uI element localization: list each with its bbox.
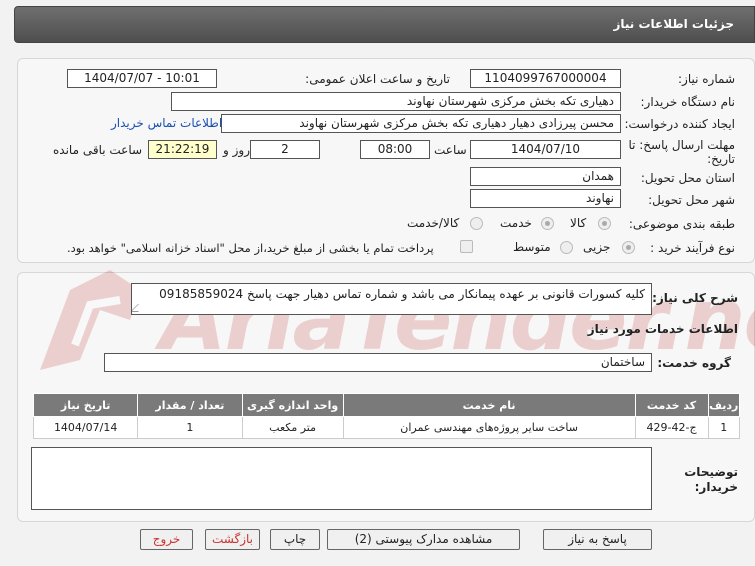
page-title: جزئیات اطلاعات نیاز	[613, 17, 734, 31]
category-option-goods: کالا	[570, 216, 587, 230]
service-group-field: ساختمان	[104, 353, 652, 372]
deadline-label-2: تاریخ:	[707, 152, 735, 166]
time-label: ساعت	[434, 143, 467, 157]
cell-row: 1	[707, 416, 740, 439]
creator-field: محسن پیرزادی دهیار دهیاری تکه بخش مرکزی …	[221, 114, 621, 133]
need-number-label: شماره نیاز:	[678, 72, 735, 86]
exit-button[interactable]: خروج	[140, 529, 193, 550]
announce-label: تاریخ و ساعت اعلان عمومی:	[305, 72, 450, 86]
cell-date: 1404/07/14	[32, 416, 139, 439]
notes-label: توضیحات	[684, 465, 738, 479]
need-number-field: 1104099767000004	[470, 69, 621, 88]
process-radio-medium[interactable]	[560, 241, 573, 254]
col-code: کد خدمت	[634, 393, 709, 417]
buyer-notes-field[interactable]	[31, 447, 652, 510]
notes-label-2: خریدار:	[694, 480, 738, 494]
contact-buyer-link[interactable]: اطلاعات تماس خریدار	[111, 116, 222, 130]
days-label: روز و	[223, 143, 250, 157]
category-option-goods-service: کالا/خدمت	[407, 216, 460, 230]
col-row: ردیف	[707, 393, 740, 417]
description-label: شرح کلی نیاز:	[652, 291, 738, 305]
cell-code: ج-42-429	[634, 416, 709, 439]
province-label: استان محل تحویل:	[640, 171, 735, 185]
process-radio-minor[interactable]	[622, 241, 635, 254]
attachments-button[interactable]: مشاهده مدارک پیوستی (2)	[327, 529, 520, 550]
cell-qty: 1	[137, 416, 243, 439]
buyer-org-field: دهیاری تکه بخش مرکزی شهرستان نهاوند	[171, 92, 621, 111]
cell-name: ساخت سایر پروژه‌های مهندسی عمران	[342, 416, 636, 439]
remaining-label: ساعت باقی مانده	[53, 143, 143, 157]
service-group-label: گروه خدمت:	[657, 356, 731, 370]
category-radio-goods[interactable]	[598, 217, 611, 230]
col-name: نام خدمت	[342, 393, 636, 417]
category-radio-service[interactable]	[541, 217, 554, 230]
col-unit: واحد اندازه گیری	[241, 393, 344, 417]
table-header-row: ردیف کد خدمت نام خدمت واحد اندازه گیری ت…	[32, 393, 740, 417]
province-field: همدان	[470, 167, 621, 186]
city-label: شهر محل تحویل:	[648, 193, 735, 207]
process-label: نوع فرآیند خرید :	[650, 241, 735, 255]
treasury-checkbox[interactable]	[460, 240, 473, 253]
process-option-minor: جزیی	[583, 240, 611, 254]
col-qty: تعداد / مقدار	[137, 393, 243, 417]
col-date: تاریخ نیاز	[32, 393, 139, 417]
deadline-label: مهلت ارسال پاسخ: تا	[628, 138, 735, 152]
details-panel	[17, 58, 755, 263]
category-label: طبقه بندی موضوعی:	[628, 217, 735, 231]
cell-unit: متر مکعب	[241, 416, 344, 439]
services-table: ردیف کد خدمت نام خدمت واحد اندازه گیری ت…	[32, 393, 740, 439]
days-field: 2	[250, 140, 320, 159]
header-bar: جزئیات اطلاعات نیاز	[14, 6, 755, 43]
description-text: کلیه کسورات قانونی بر عهده پیمانکار می ب…	[159, 287, 645, 301]
deadline-time-field: 08:00	[360, 140, 430, 159]
print-button[interactable]: چاپ	[270, 529, 320, 550]
buyer-org-label: نام دستگاه خریدار:	[640, 95, 736, 109]
deadline-date-field: 1404/07/10	[470, 140, 621, 159]
resize-grip[interactable]	[132, 304, 146, 312]
payment-note: پرداخت تمام یا بخشی از مبلغ خرید،از محل …	[67, 241, 434, 255]
category-option-service: خدمت	[500, 216, 532, 230]
process-option-medium: متوسط	[513, 240, 551, 254]
announce-field: 1404/07/07 - 10:01	[67, 69, 217, 88]
city-field: نهاوند	[470, 189, 621, 208]
reply-button[interactable]: پاسخ به نیاز	[543, 529, 652, 550]
category-radio-goods-service[interactable]	[470, 217, 483, 230]
page-frame: جزئیات اطلاعات نیاز شماره نیاز: 11040997…	[0, 0, 755, 566]
description-field: کلیه کسورات قانونی بر عهده پیمانکار می ب…	[131, 283, 652, 315]
back-button[interactable]: بازگشت	[205, 529, 260, 550]
table-row: 1 ج-42-429 ساخت سایر پروژه‌های مهندسی عم…	[32, 416, 740, 439]
services-section-title: اطلاعات خدمات مورد نیاز	[587, 322, 738, 336]
creator-label: ایجاد کننده درخواست:	[624, 117, 735, 131]
remaining-time-field: 21:22:19	[148, 140, 217, 159]
